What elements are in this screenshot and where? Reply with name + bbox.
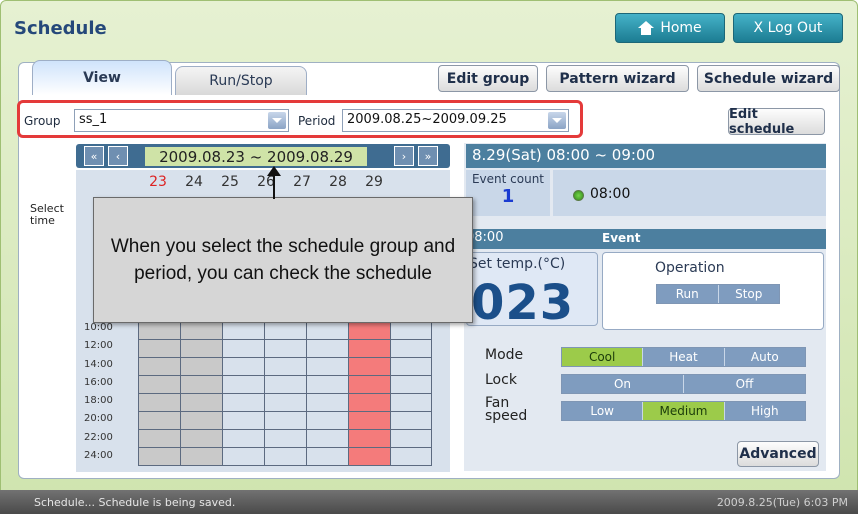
grid-line [139,357,431,358]
event-bar-label: Event [602,231,641,245]
day-label[interactable]: 29 [356,174,392,190]
set-temp-label: Set temp.(°C) [469,256,566,272]
day-label[interactable]: 23 [140,174,176,190]
schedule-wizard-button[interactable]: Schedule wizard [697,65,840,92]
home-button[interactable]: Home [615,13,725,43]
event-header-bar: 08:00 Event [466,229,826,249]
advanced-button[interactable]: Advanced [737,441,819,467]
event-count-label: Event count [471,172,545,186]
next-week-icon[interactable]: › [394,146,414,166]
fan-medium-option[interactable]: Medium [643,402,725,420]
grid-line [139,447,431,448]
app-title: Schedule [14,18,107,39]
last-week-icon[interactable]: » [418,146,438,166]
grid-line [139,393,431,394]
lock-on-option[interactable]: On [562,375,684,393]
period-value: 2009.08.25~2009.09.25 [347,112,507,127]
day-label[interactable]: 25 [212,174,248,190]
stop-option[interactable]: Stop [718,285,779,303]
fan-speed-label: Fan speed [485,395,528,424]
home-icon [638,21,655,35]
group-label: Group [24,114,61,128]
time-label: 20:00 [84,413,113,425]
fan-low-option[interactable]: Low [562,402,644,420]
logout-button[interactable]: X Log Out [733,13,843,43]
home-label: Home [660,20,702,36]
schedule-grid[interactable] [138,320,432,466]
operation-toggle[interactable]: Run Stop [656,284,780,304]
time-label: 14:00 [84,358,113,370]
mode-label: Mode [485,347,524,363]
edit-group-button[interactable]: Edit group [438,65,538,92]
grid-line [139,411,431,412]
auto-option[interactable]: Auto [724,348,805,366]
day-label[interactable]: 27 [284,174,320,190]
period-select[interactable]: 2009.08.25~2009.09.25 [342,109,569,132]
lock-label: Lock [485,372,517,388]
lock-off-option[interactable]: Off [684,375,805,393]
mode-toggle[interactable]: Cool Heat Auto [561,347,806,367]
time-label: 22:00 [84,431,113,443]
day-header: 23 24 25 26 27 28 29 [140,174,440,190]
callout-box: When you select the schedule group and p… [93,197,473,323]
event-count-value: 1 [501,186,515,207]
chevron-down-icon[interactable] [548,112,566,129]
group-value: ss_1 [79,112,108,127]
time-label: 24:00 [84,450,113,462]
operation-label: Operation [655,260,725,276]
group-select[interactable]: ss_1 [74,109,289,132]
day-label[interactable]: 26 [248,174,284,190]
prev-week-icon[interactable]: ‹ [108,146,128,166]
time-labels: 10:00 12:00 14:00 16:00 18:00 20:00 22:0… [84,319,113,465]
edit-schedule-button[interactable]: Edit schedule [728,107,825,137]
status-datetime: 2009.8.25(Tue) 6:03 PM [716,496,848,509]
chevron-down-icon[interactable] [268,112,286,129]
status-message: Schedule... Schedule is being saved. [34,496,236,509]
set-temp-box: Set temp.(°C) 023 [466,252,598,331]
arrow-line [273,173,275,199]
pattern-wizard-button[interactable]: Pattern wizard [546,65,689,92]
first-week-icon[interactable]: « [84,146,104,166]
lock-toggle[interactable]: On Off [561,374,806,394]
time-label: 12:00 [84,340,113,352]
grid-line [139,375,431,376]
set-temp-value: 023 [471,275,575,331]
tab-run-stop[interactable]: Run/Stop [175,66,307,95]
heat-option[interactable]: Heat [643,348,725,366]
week-range: 2009.08.23 ~ 2009.08.29 [145,147,367,166]
day-label[interactable]: 24 [176,174,212,190]
period-label: Period [298,114,336,128]
select-time-label: Select time [30,202,64,227]
day-label[interactable]: 28 [320,174,356,190]
time-label: 18:00 [84,395,113,407]
grid-line [139,339,431,340]
fan-high-option[interactable]: High [724,402,805,420]
run-option[interactable]: Run [657,285,719,303]
title-bar: Schedule Home X Log Out [0,0,856,56]
fan-speed-toggle[interactable]: Low Medium High [561,401,806,421]
grid-line [139,429,431,430]
event-count-box: Event count 1 [466,170,550,216]
tab-view[interactable]: View [32,60,172,95]
status-bar: Schedule... Schedule is being saved. 200… [0,490,858,514]
radio-selected-icon[interactable] [573,190,584,201]
cool-option[interactable]: Cool [562,348,644,366]
selected-time-header: 8.29(Sat) 08:00 ~ 09:00 [466,144,826,168]
event-time-option[interactable]: 08:00 [590,186,630,202]
time-label: 16:00 [84,376,113,388]
